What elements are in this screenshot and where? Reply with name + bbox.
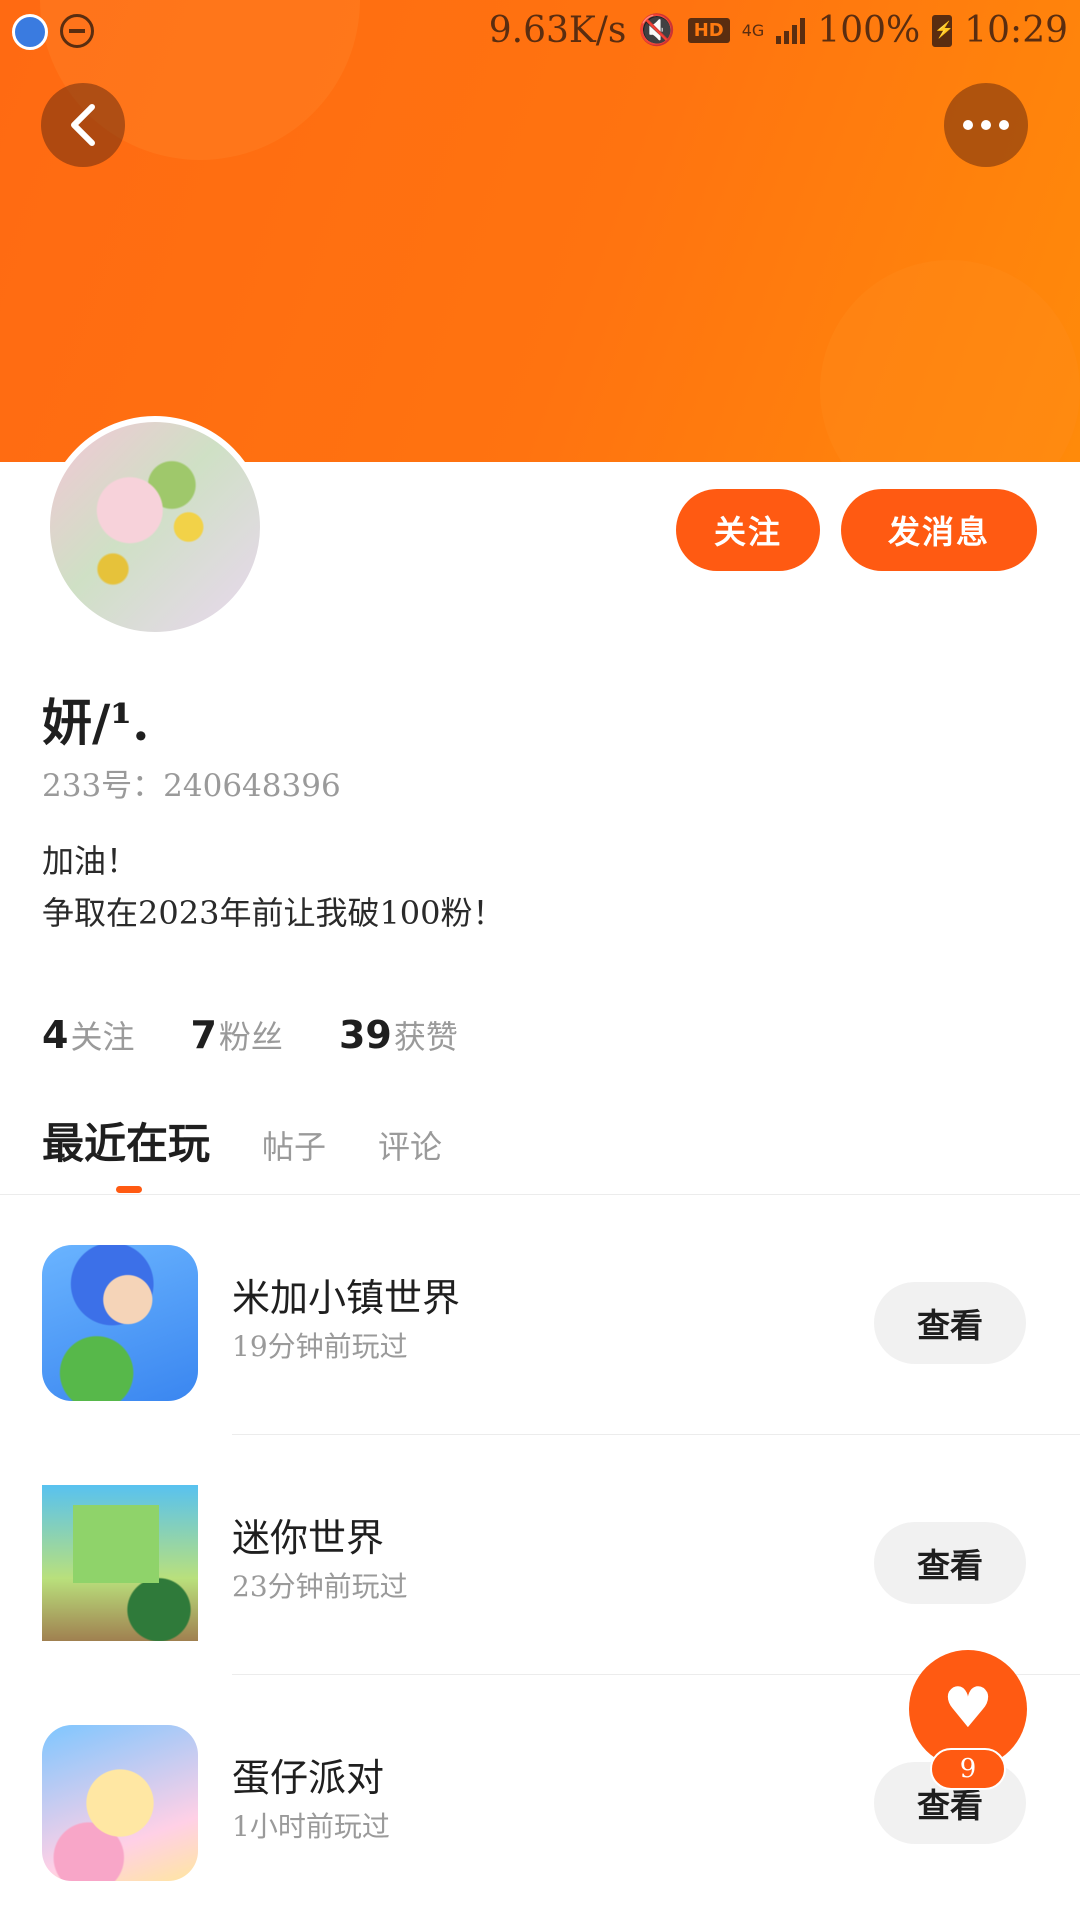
nickname: 妍/¹. — [42, 693, 150, 752]
send-message-button[interactable]: 发消息 — [841, 489, 1037, 571]
battery-percent: 100% — [817, 10, 921, 51]
view-game-button[interactable]: 查看 — [874, 1522, 1026, 1604]
fans-stat[interactable]: 7 粉丝 — [190, 1012, 282, 1058]
likes-stat: 39 获赞 — [339, 1012, 458, 1058]
mute-icon: 🔇 — [638, 13, 676, 48]
active-tab-indicator — [116, 1186, 142, 1193]
status-bar: 9.63K/s 🔇 HD 4G 100% 10:29 — [0, 0, 1080, 62]
profile-header: 9.63K/s 🔇 HD 4G 100% 10:29 — [0, 0, 1080, 462]
back-button[interactable] — [41, 83, 125, 167]
chevron-left-icon — [71, 104, 95, 146]
game-last-played: 19分钟前玩过 — [232, 1330, 408, 1363]
game-last-played: 23分钟前玩过 — [232, 1570, 408, 1603]
following-stat[interactable]: 4 关注 — [42, 1012, 134, 1058]
likes-count: 39 — [338, 1013, 392, 1057]
hd-badge: HD — [687, 18, 730, 43]
likes-label: 获赞 — [393, 1018, 458, 1056]
bio: 加油！ 争取在2023年前让我破100粉！ — [42, 835, 505, 939]
following-label: 关注 — [70, 1018, 135, 1056]
game-icon[interactable] — [42, 1725, 198, 1881]
tab-comments[interactable]: 评论 — [378, 1122, 442, 1168]
more-button[interactable] — [944, 83, 1028, 167]
tab-posts[interactable]: 帖子 — [262, 1122, 326, 1168]
profile-tabs: 最近在玩 帖子 评论 — [42, 1110, 442, 1171]
header-decoration — [820, 260, 1080, 462]
bio-line: 争取在2023年前让我破100粉！ — [42, 894, 505, 932]
tab-recently-played[interactable]: 最近在玩 — [42, 1110, 210, 1171]
fans-label: 粉丝 — [218, 1018, 283, 1056]
net-speed: 9.63K/s — [488, 10, 627, 51]
game-list-item[interactable]: 米加小镇世界 19分钟前玩过 查看 — [0, 1195, 1080, 1435]
game-name: 米加小镇世界 — [232, 1276, 461, 1320]
follow-button[interactable]: 关注 — [676, 489, 820, 571]
fans-count: 7 — [190, 1013, 217, 1057]
battery-charging-icon — [932, 14, 954, 47]
game-icon[interactable] — [42, 1485, 198, 1641]
game-list-item[interactable]: 迷你世界 23分钟前玩过 查看 — [0, 1435, 1080, 1675]
more-dots-icon — [963, 120, 1009, 130]
user-id: 233号：240648396 — [42, 768, 341, 804]
game-name: 蛋仔派对 — [232, 1756, 385, 1800]
like-count-badge: 9 — [930, 1748, 1006, 1790]
game-icon[interactable] — [42, 1245, 198, 1401]
view-game-button[interactable]: 查看 — [874, 1282, 1026, 1364]
network-type: 4G — [741, 20, 765, 40]
profile-stats: 4 关注 7 粉丝 39 获赞 — [42, 1012, 458, 1058]
signal-icon — [776, 17, 806, 44]
clock: 10:29 — [964, 10, 1068, 51]
game-name: 迷你世界 — [232, 1516, 385, 1560]
bio-line: 加油！ — [42, 842, 139, 880]
avatar[interactable] — [44, 416, 266, 638]
do-not-disturb-icon — [60, 14, 94, 48]
browser-app-icon — [12, 14, 48, 50]
game-last-played: 1小时前玩过 — [232, 1810, 390, 1843]
following-count: 4 — [42, 1013, 69, 1057]
heart-icon: ♥ — [942, 1676, 994, 1741]
